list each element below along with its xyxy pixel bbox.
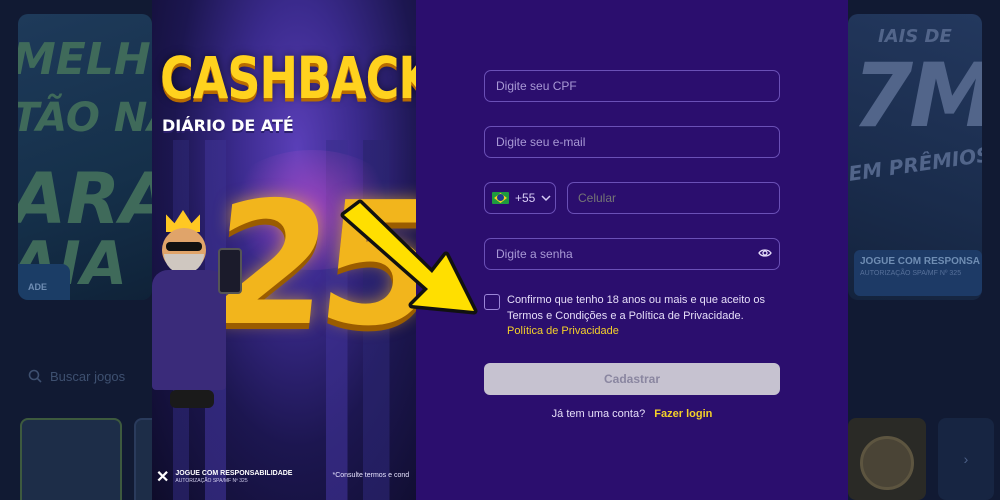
authorization-text: AUTORIZAÇÃO SPA/MF Nº 325 xyxy=(175,478,248,485)
phone-icon xyxy=(218,248,242,294)
right-banner-line: EM PRÊMIOS xyxy=(848,142,982,186)
terms-note: *Consulte termos e cond xyxy=(332,472,410,479)
left-banner-badge: ADE xyxy=(18,264,70,300)
password-input[interactable] xyxy=(484,238,780,270)
left-banner-line: TÃO NA xyxy=(18,95,152,141)
promo-footer: ✕ JOGUE COM RESPONSABILIDADE AUTORIZAÇÃO… xyxy=(152,470,416,486)
carousel-next-button[interactable]: › xyxy=(938,418,994,500)
consent-row: Confirmo que tenho 18 anos ou mais e que… xyxy=(484,293,784,340)
left-banner-line: MELHO xyxy=(18,34,152,85)
right-banner-line: 7MI xyxy=(852,44,982,147)
country-code-value: +55 xyxy=(515,191,536,205)
phone-input[interactable] xyxy=(567,182,780,214)
left-banner-line: ARA xyxy=(18,158,152,240)
plus18-icon: ✕ xyxy=(156,469,170,486)
consent-checkbox[interactable] xyxy=(484,294,500,310)
right-banner-strip: JOGUE COM RESPONSA AUTORIZAÇÃO SPA/MF Nº… xyxy=(854,250,982,296)
register-modal: CASHBACK DIÁRIO DE ATÉ 25% ✕ JOGUE COM R… xyxy=(152,0,848,500)
country-code-select[interactable]: +55 xyxy=(484,182,556,214)
privacy-link[interactable]: Política de Privacidade xyxy=(507,325,619,337)
responsibility-text: JOGUE COM RESPONSABILIDADE xyxy=(175,470,293,477)
right-strip-title: JOGUE COM RESPONSA xyxy=(860,256,981,267)
coin-image xyxy=(860,436,914,490)
login-row: Já tem uma conta? Fazer login xyxy=(484,408,780,420)
background-search-placeholder: Buscar jogos xyxy=(50,368,126,384)
brazil-flag-icon xyxy=(492,192,509,204)
search-icon xyxy=(28,369,42,383)
phone-row: +55 xyxy=(484,182,780,214)
king-mascot-image xyxy=(152,210,242,410)
register-button[interactable]: Cadastrar xyxy=(484,363,780,395)
right-promo-banner: IAIS DE 7MI EM PRÊMIOS JOGUE COM RESPONS… xyxy=(848,14,982,300)
promo-subheadline: DIÁRIO DE ATÉ xyxy=(162,116,294,135)
left-promo-banner: MELHO TÃO NA ARA AIA ADE xyxy=(18,14,152,300)
email-input[interactable] xyxy=(484,126,780,158)
responsibility-notice: JOGUE COM RESPONSABILIDADE AUTORIZAÇÃO S… xyxy=(175,470,292,484)
cpf-input[interactable] xyxy=(484,70,780,102)
background-search[interactable]: Buscar jogos xyxy=(20,360,150,392)
has-account-text: Já tem uma conta? xyxy=(551,408,646,420)
promo-headline: CASHBACK xyxy=(160,44,416,112)
chevron-right-icon: › xyxy=(963,451,969,467)
eye-icon[interactable] xyxy=(758,246,772,260)
consent-text: Confirmo que tenho 18 anos ou mais e que… xyxy=(507,293,784,340)
register-form: +55 Confirmo que tenho 18 anos ou mais e… xyxy=(416,0,848,500)
consent-label: Confirmo que tenho 18 anos ou mais e que… xyxy=(507,294,766,322)
login-link[interactable]: Fazer login xyxy=(654,408,712,420)
game-tile[interactable] xyxy=(848,418,926,500)
game-tile[interactable] xyxy=(20,418,122,500)
chevron-down-icon xyxy=(541,195,551,202)
password-field xyxy=(484,238,780,270)
right-strip-subtitle: AUTORIZAÇÃO SPA/MF Nº 325 xyxy=(860,270,962,277)
annotation-arrow-icon xyxy=(340,199,478,315)
